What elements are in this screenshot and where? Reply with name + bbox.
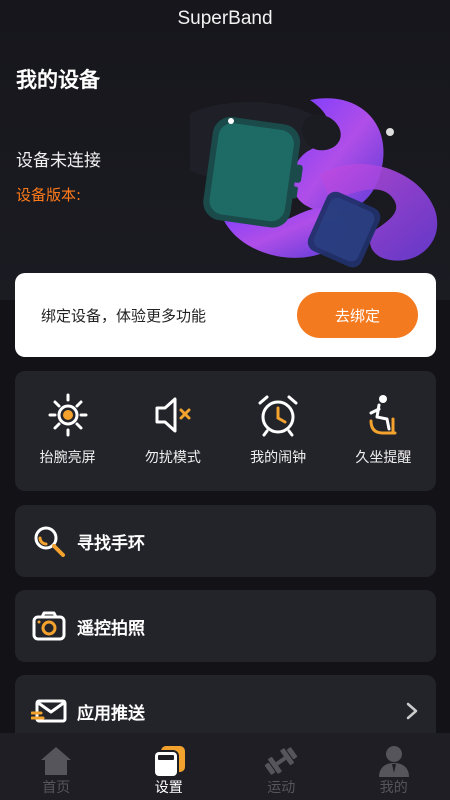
mute-icon xyxy=(155,397,191,433)
bind-prompt-text: 绑定设备，体验更多功能 xyxy=(41,307,207,325)
feature-raise-wrist[interactable]: 抬腕亮屏 xyxy=(23,371,113,467)
tab-sport[interactable]: 运动 xyxy=(225,733,338,800)
tab-settings[interactable]: 设置 xyxy=(113,733,226,800)
feature-label: 我的闹钟 xyxy=(250,450,307,466)
smartwatch-illustration xyxy=(190,98,438,268)
tab-label: 设置 xyxy=(154,780,183,796)
feature-grid: 抬腕亮屏 勿扰模式 我的闹钟 久坐提醒 xyxy=(15,371,436,491)
alarm-clock-icon xyxy=(258,395,298,437)
tab-label: 首页 xyxy=(42,780,71,796)
app-title: SuperBand xyxy=(177,8,273,29)
find-band-row[interactable]: 寻找手环 xyxy=(15,505,436,577)
feature-sedentary-reminder[interactable]: 久坐提醒 xyxy=(338,371,428,467)
settings-icon xyxy=(152,746,185,778)
feature-do-not-disturb[interactable]: 勿扰模式 xyxy=(128,371,218,467)
watch-raise-icon xyxy=(48,393,88,437)
search-icon xyxy=(34,526,65,557)
row-label: 寻找手环 xyxy=(77,534,145,554)
device-status: 设备未连接 xyxy=(16,151,101,171)
chevron-right-icon xyxy=(406,702,418,720)
dumbbell-icon xyxy=(265,747,298,775)
bottom-tab-bar: 首页 设置 运动 我的 xyxy=(0,733,450,800)
tab-profile[interactable]: 我的 xyxy=(338,733,450,800)
camera-icon xyxy=(32,611,66,641)
tab-home[interactable]: 首页 xyxy=(0,733,113,800)
feature-label: 勿扰模式 xyxy=(144,450,201,466)
tab-label: 运动 xyxy=(267,780,296,796)
row-label: 遥控拍照 xyxy=(77,619,145,639)
feature-label: 久坐提醒 xyxy=(355,450,412,466)
page-title: 我的设备 xyxy=(16,68,100,92)
row-label: 应用推送 xyxy=(77,704,145,724)
feature-label: 抬腕亮屏 xyxy=(39,450,96,466)
feature-alarm[interactable]: 我的闹钟 xyxy=(233,371,323,467)
tab-label: 我的 xyxy=(379,780,408,796)
profile-icon xyxy=(378,746,409,777)
bind-device-card: 绑定设备，体验更多功能 去绑定 xyxy=(15,273,436,357)
sedentary-icon xyxy=(369,395,397,435)
message-icon xyxy=(31,699,67,723)
home-icon xyxy=(41,747,72,775)
remote-camera-row[interactable]: 遥控拍照 xyxy=(15,590,436,662)
bind-button[interactable]: 去绑定 xyxy=(297,292,418,338)
device-version-label: 设备版本: xyxy=(16,186,82,204)
